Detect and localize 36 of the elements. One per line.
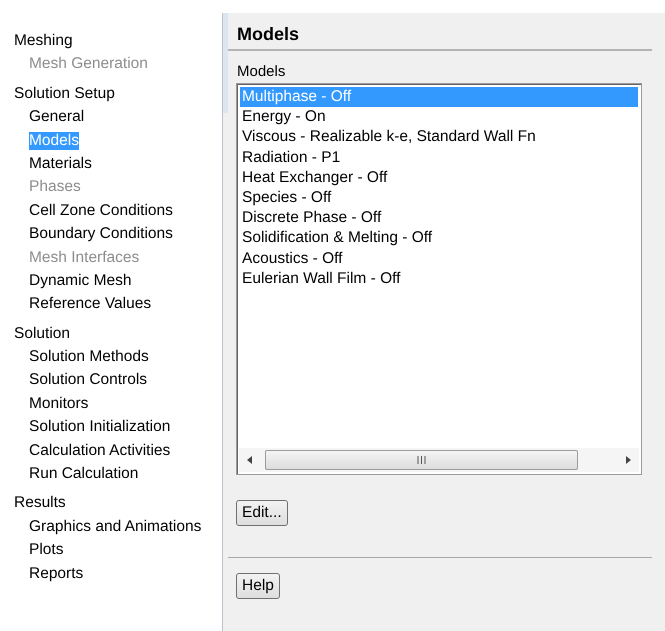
help-button[interactable]: Help [236,573,280,599]
panel-title: Models [228,13,652,51]
tree-item[interactable]: Monitors [29,394,88,413]
tree-item[interactable]: Solution Controls [29,371,148,390]
tree-item[interactable]: General [29,108,84,126]
list-item[interactable]: Acoustics - Off [240,248,638,269]
tree-item[interactable]: Calculation Activities [29,442,170,460]
list-item[interactable]: Energy - On [240,107,638,128]
grip-icon [417,456,426,464]
scrollbar-thumb[interactable] [265,450,578,470]
list-label: Models [237,63,286,80]
list-item[interactable]: Eulerian Wall Film - Off [240,268,638,289]
tree-item[interactable]: Materials [29,154,92,173]
list-item[interactable]: Radiation - P1 [240,148,638,168]
tree-item[interactable]: Plots [29,541,64,560]
list-item[interactable]: Discrete Phase - Off [240,208,638,228]
tree-item[interactable]: Graphics and Animations [29,518,202,536]
list-item[interactable]: Solidification & Melting - Off [240,228,638,248]
tree-item[interactable]: Run Calculation [29,465,138,484]
list-item[interactable]: Viscous - Realizable k-e, Standard Wall Fn [240,127,638,148]
tree-section[interactable]: Solution Setup [13,82,116,106]
tree-item[interactable]: Boundary Conditions [29,225,173,244]
tree-section[interactable]: Meshing [13,29,74,52]
list-item[interactable]: Heat Exchanger - Off [240,168,638,188]
tree-item[interactable]: Solution Methods [29,348,149,366]
models-list[interactable] [236,83,642,475]
tree-item[interactable]: Solution Initialization [29,418,170,436]
edit-button[interactable]: Edit... [236,500,288,526]
tree-item[interactable]: Cell Zone Conditions [29,202,173,220]
tree-item[interactable]: Reference Values [29,295,152,314]
tree-section[interactable]: Results [13,491,67,515]
horizontal-scrollbar[interactable] [239,448,639,472]
tree-item[interactable]: Dynamic Mesh [29,272,132,290]
tree-section[interactable]: Solution [13,322,72,346]
tree-item[interactable]: Reports [29,564,84,583]
list-item[interactable]: Species - Off [240,188,638,208]
